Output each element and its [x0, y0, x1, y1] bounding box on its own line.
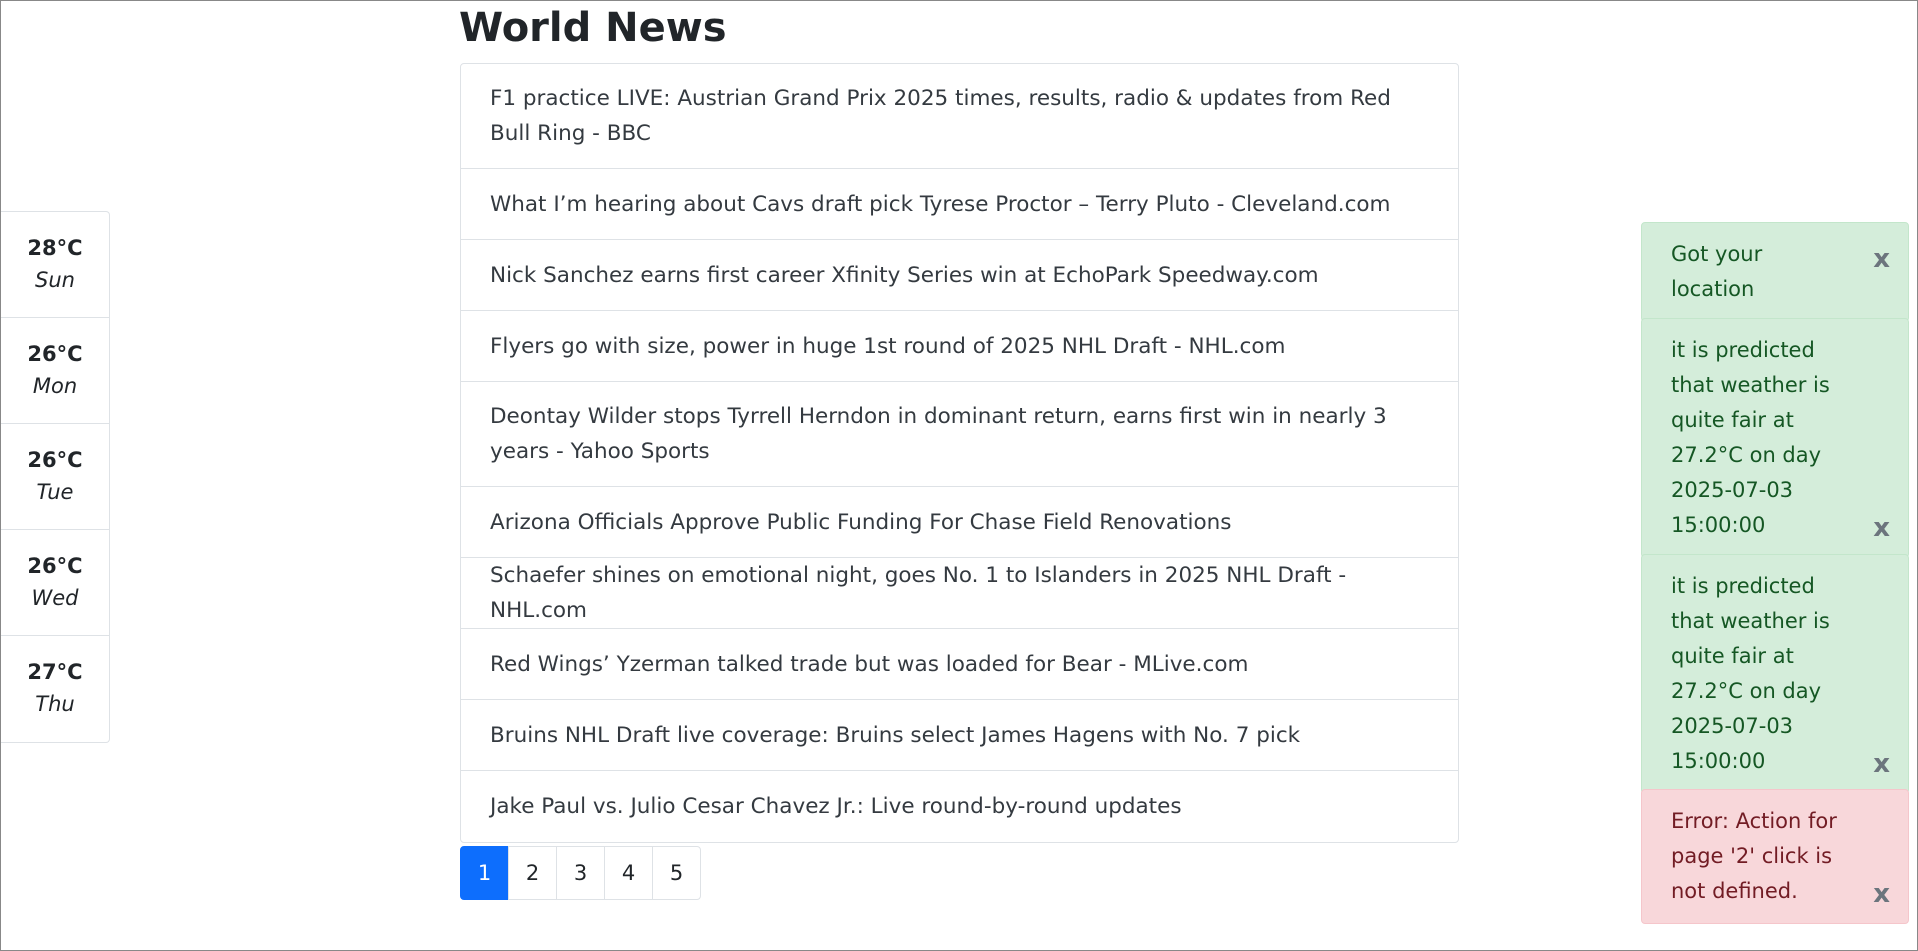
forecast-day: 26°C Mon: [1, 318, 109, 424]
news-item[interactable]: Bruins NHL Draft live coverage: Bruins s…: [461, 700, 1458, 771]
forecast-day-name: Wed: [31, 585, 79, 610]
toast-message: it is predicted that weather is quite fa…: [1671, 338, 1830, 537]
news-item[interactable]: Red Wings’ Yzerman talked trade but was …: [461, 629, 1458, 700]
pagination: 1 2 3 4 5: [460, 846, 701, 900]
news-item[interactable]: Nick Sanchez earns first career Xfinity …: [461, 240, 1458, 311]
news-item[interactable]: Jake Paul vs. Julio Cesar Chavez Jr.: Li…: [461, 771, 1458, 842]
close-icon[interactable]: x: [1873, 879, 1890, 909]
forecast-day-name: Thu: [35, 692, 75, 716]
forecast-day: 27°C Thu: [1, 636, 109, 742]
toast-message: Got your location: [1671, 242, 1763, 301]
forecast-day: 26°C Wed: [1, 530, 109, 636]
error-toast: Error: Action for page '2' click is not …: [1641, 789, 1909, 924]
close-icon[interactable]: x: [1873, 244, 1890, 274]
weather-forecast: 28°C Sun 26°C Mon 26°C Tue 26°C Wed 27°C…: [1, 211, 110, 743]
forecast-temp: 26°C: [27, 553, 83, 578]
forecast-temp: 26°C: [27, 341, 83, 366]
page-button-2[interactable]: 2: [508, 846, 557, 900]
forecast-day-name: Tue: [36, 479, 74, 504]
page-button-1[interactable]: 1: [460, 846, 509, 900]
news-item[interactable]: Arizona Officials Approve Public Funding…: [461, 487, 1458, 558]
page-title: World News: [459, 5, 727, 51]
news-item[interactable]: Schaefer shines on emotional night, goes…: [461, 558, 1458, 629]
toast-message: Error: Action for page '2' click is not …: [1671, 809, 1837, 903]
close-icon[interactable]: x: [1873, 513, 1890, 543]
forecast-day-name: Sun: [35, 267, 75, 292]
page-button-3[interactable]: 3: [556, 846, 605, 900]
news-item[interactable]: What I’m hearing about Cavs draft pick T…: [461, 169, 1458, 240]
page-button-5[interactable]: 5: [652, 846, 701, 900]
weather-toast: it is predicted that weather is quite fa…: [1641, 554, 1909, 794]
news-list: F1 practice LIVE: Austrian Grand Prix 20…: [460, 63, 1459, 843]
page-button-4[interactable]: 4: [604, 846, 653, 900]
forecast-temp: 26°C: [27, 447, 83, 472]
forecast-day-name: Mon: [32, 373, 78, 398]
news-item[interactable]: Deontay Wilder stops Tyrrell Herndon in …: [461, 382, 1458, 487]
toast-message: it is predicted that weather is quite fa…: [1671, 574, 1830, 773]
forecast-temp: 27°C: [27, 660, 83, 684]
location-toast: Got your location x: [1641, 222, 1909, 322]
news-item[interactable]: F1 practice LIVE: Austrian Grand Prix 20…: [461, 64, 1458, 169]
news-item[interactable]: Flyers go with size, power in huge 1st r…: [461, 311, 1458, 382]
weather-toast: it is predicted that weather is quite fa…: [1641, 318, 1909, 558]
forecast-day: 28°C Sun: [1, 212, 109, 318]
forecast-temp: 28°C: [27, 235, 83, 260]
close-icon[interactable]: x: [1873, 749, 1890, 779]
forecast-day: 26°C Tue: [1, 424, 109, 530]
